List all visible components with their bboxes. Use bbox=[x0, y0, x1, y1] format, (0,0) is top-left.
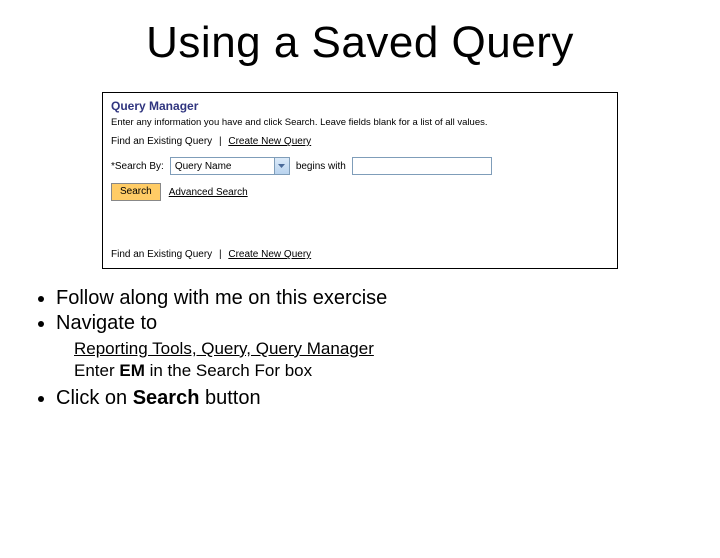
nav-path: Reporting Tools, Query, Query Manager bbox=[74, 339, 680, 359]
qm-heading: Query Manager bbox=[111, 99, 609, 113]
begins-with-label: begins with bbox=[296, 161, 346, 172]
bullet-click-search: Click on Search button bbox=[56, 387, 680, 410]
separator: | bbox=[219, 249, 222, 260]
bullet-follow-along: Follow along with me on this exercise bbox=[56, 287, 680, 310]
sub-list: Reporting Tools, Query, Query Manager En… bbox=[56, 339, 680, 381]
qm-instruction: Enter any information you have and click… bbox=[111, 117, 609, 128]
enter-pre: Enter bbox=[74, 361, 119, 380]
qm-links-top: Find an Existing Query | Create New Quer… bbox=[111, 136, 609, 147]
search-row: *Search By: Query Name begins with bbox=[111, 157, 609, 175]
dropdown-value: Query Name bbox=[175, 161, 232, 172]
query-manager-screenshot: Query Manager Enter any information you … bbox=[102, 92, 618, 269]
chevron-down-icon bbox=[274, 158, 289, 174]
separator: | bbox=[219, 136, 222, 147]
click-pre: Click on bbox=[56, 387, 133, 409]
slide-title: Using a Saved Query bbox=[0, 18, 720, 68]
button-row: Search Advanced Search bbox=[111, 183, 609, 201]
search-by-dropdown[interactable]: Query Name bbox=[170, 157, 290, 175]
enter-post: in the Search For box bbox=[145, 361, 312, 380]
create-new-query-link-bottom[interactable]: Create New Query bbox=[228, 249, 311, 260]
bullet-navigate-text: Navigate to bbox=[56, 312, 157, 334]
find-existing-query-link[interactable]: Find an Existing Query bbox=[111, 136, 212, 147]
search-by-label: *Search By: bbox=[111, 161, 164, 172]
click-post: button bbox=[199, 387, 260, 409]
enter-instruction: Enter EM in the Search For box bbox=[74, 361, 680, 381]
click-bold: Search bbox=[133, 387, 200, 409]
find-existing-query-link-bottom[interactable]: Find an Existing Query bbox=[111, 249, 212, 260]
bullet-navigate: Navigate to Reporting Tools, Query, Quer… bbox=[56, 312, 680, 381]
nav-path-text: Reporting Tools, Query, Query Manager bbox=[74, 339, 374, 358]
search-input[interactable] bbox=[352, 157, 492, 175]
create-new-query-link[interactable]: Create New Query bbox=[228, 136, 311, 147]
enter-bold: EM bbox=[119, 361, 145, 380]
advanced-search-link[interactable]: Advanced Search bbox=[169, 187, 248, 198]
bullet-list: Follow along with me on this exercise Na… bbox=[0, 287, 720, 410]
qm-links-bottom: Find an Existing Query | Create New Quer… bbox=[111, 249, 609, 260]
search-button[interactable]: Search bbox=[111, 183, 161, 201]
